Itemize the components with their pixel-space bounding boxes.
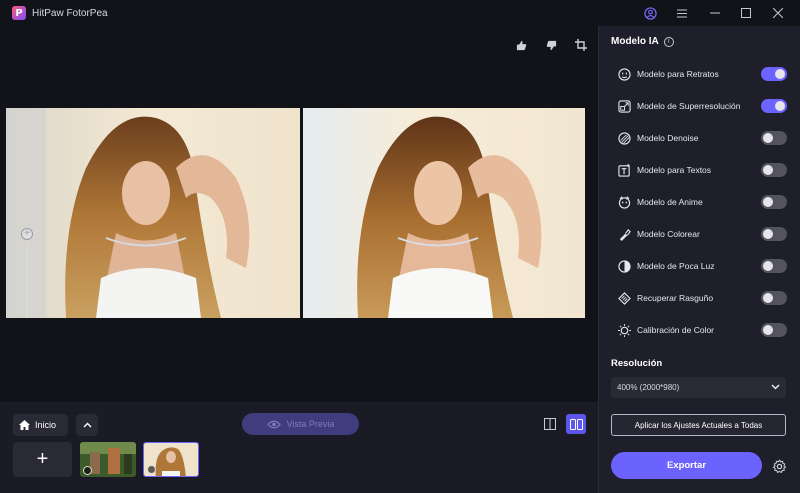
portrait-icon — [617, 67, 631, 81]
model-toggle[interactable] — [761, 163, 787, 177]
title-bar: P HitPaw FotorPea — [0, 0, 800, 26]
close-icon[interactable] — [769, 4, 787, 22]
clock-icon — [83, 466, 92, 475]
home-label: Inicio — [35, 420, 57, 430]
model-label: Modelo para Textos — [637, 165, 712, 175]
info-icon[interactable]: i — [663, 36, 674, 47]
model-row: Calibración de Color — [617, 322, 787, 338]
model-label: Calibración de Color — [637, 325, 715, 335]
original-image: + − — [6, 108, 300, 318]
model-row: Modelo de Anime — [617, 194, 787, 210]
model-toggle[interactable] — [761, 67, 787, 81]
minimize-icon[interactable] — [706, 4, 724, 22]
scratch-icon — [617, 291, 631, 305]
resolution-select[interactable]: 400% (2000*980) — [611, 377, 786, 398]
home-icon — [19, 420, 30, 430]
model-toggle[interactable] — [761, 131, 787, 145]
model-row: Modelo de Superresolución — [617, 98, 787, 114]
model-label: Recuperar Rasguño — [637, 293, 714, 303]
toggle-knob — [763, 261, 773, 271]
model-toggle[interactable] — [761, 227, 787, 241]
app-title: HitPaw FotorPea — [32, 8, 108, 19]
zoom-slider[interactable]: + − — [20, 228, 34, 318]
menu-icon[interactable] — [673, 4, 691, 22]
gear-icon[interactable] — [770, 457, 788, 475]
model-row: Recuperar Rasguño — [617, 290, 787, 306]
toggle-knob — [763, 325, 773, 335]
single-view-icon — [544, 418, 556, 430]
preview-button[interactable]: Vista Previa — [242, 413, 359, 435]
single-view-button[interactable] — [540, 414, 560, 434]
model-row: Modelo de Poca Luz — [617, 258, 787, 274]
model-label: Modelo Colorear — [637, 229, 700, 239]
model-label: Modelo Denoise — [637, 133, 699, 143]
add-image-button[interactable]: + — [13, 442, 72, 477]
enhanced-image — [303, 108, 585, 318]
colorize-icon — [617, 227, 631, 241]
text-icon — [617, 163, 631, 177]
chevron-down-icon — [771, 384, 780, 390]
thumbnail-1[interactable] — [80, 442, 136, 477]
thumbnail-2[interactable] — [143, 442, 199, 477]
collapse-button[interactable] — [76, 414, 98, 436]
app-logo: P — [12, 6, 26, 20]
resolution-label: Resolución — [611, 358, 663, 369]
canvas-toolbar — [514, 38, 588, 52]
clock-icon — [147, 465, 156, 474]
color-calibration-icon — [617, 323, 631, 337]
panel-header: Modelo IA i — [611, 36, 674, 47]
maximize-icon[interactable] — [737, 4, 755, 22]
low-light-icon — [617, 259, 631, 273]
toggle-knob — [763, 133, 773, 143]
model-row: Modelo Denoise — [617, 130, 787, 146]
thumbs-down-icon[interactable] — [544, 38, 558, 52]
toggle-knob — [775, 101, 785, 111]
model-label: Modelo de Poca Luz — [637, 261, 715, 271]
image-canvas: + − — [0, 26, 598, 402]
model-toggle[interactable] — [761, 291, 787, 305]
upscale-icon — [617, 99, 631, 113]
resolution-value: 400% (2000*980) — [617, 383, 680, 392]
home-button[interactable]: Inicio — [13, 414, 68, 436]
toggle-knob — [763, 197, 773, 207]
model-toggle[interactable] — [761, 99, 787, 113]
model-toggle[interactable] — [761, 195, 787, 209]
model-label: Modelo de Superresolución — [637, 101, 741, 111]
model-toggle[interactable] — [761, 259, 787, 273]
bottom-bar: Inicio Vista Previa + — [0, 402, 598, 493]
denoise-icon — [617, 131, 631, 145]
model-label: Modelo para Retratos — [637, 69, 719, 79]
model-row: Modelo para Retratos — [617, 66, 787, 82]
anime-icon — [617, 195, 631, 209]
chevron-up-icon — [83, 422, 91, 428]
model-row: Modelo Colorear — [617, 226, 787, 242]
model-row: Modelo para Textos — [617, 162, 787, 178]
account-icon[interactable] — [641, 4, 659, 22]
split-view-icon — [569, 418, 583, 430]
ai-model-panel: Modelo IA i Modelo para Retratos Modelo d… — [598, 26, 800, 493]
split-view-button[interactable] — [566, 414, 586, 434]
plus-icon: + — [36, 448, 49, 470]
export-button[interactable]: Exportar — [611, 452, 762, 479]
panel-title: Modelo IA — [611, 36, 659, 47]
toggle-knob — [763, 165, 773, 175]
zoom-in-icon[interactable]: + — [21, 228, 33, 240]
toggle-knob — [763, 293, 773, 303]
crop-icon[interactable] — [574, 38, 588, 52]
model-label: Modelo de Anime — [637, 197, 703, 207]
apply-to-all-button[interactable]: Aplicar los Ajustes Actuales a Todas — [611, 414, 786, 436]
zoom-track[interactable] — [26, 244, 28, 318]
toggle-knob — [775, 69, 785, 79]
thumbs-up-icon[interactable] — [514, 38, 528, 52]
preview-label: Vista Previa — [286, 419, 335, 429]
model-toggle[interactable] — [761, 323, 787, 337]
eye-icon — [266, 420, 281, 428]
toggle-knob — [763, 229, 773, 239]
